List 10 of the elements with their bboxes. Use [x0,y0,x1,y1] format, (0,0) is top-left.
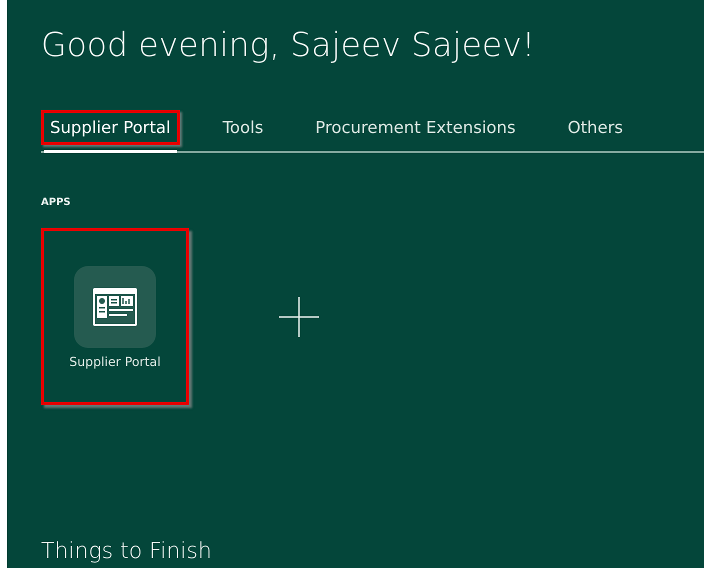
tab[interactable]: Others [558,110,632,145]
tab[interactable]: Tools [214,110,272,145]
tab[interactable]: Procurement Extensions [306,110,525,145]
app-tile[interactable]: Supplier Portal [41,228,189,405]
section-title: Things to Finish [41,539,213,564]
add-icon[interactable] [277,294,321,338]
greeting-title: Good evening, Sajeev Sajeev! [41,24,536,66]
dashboard-icon [92,287,138,327]
tab[interactable]: Supplier Portal [41,110,180,145]
section-label: APPS [41,197,72,208]
